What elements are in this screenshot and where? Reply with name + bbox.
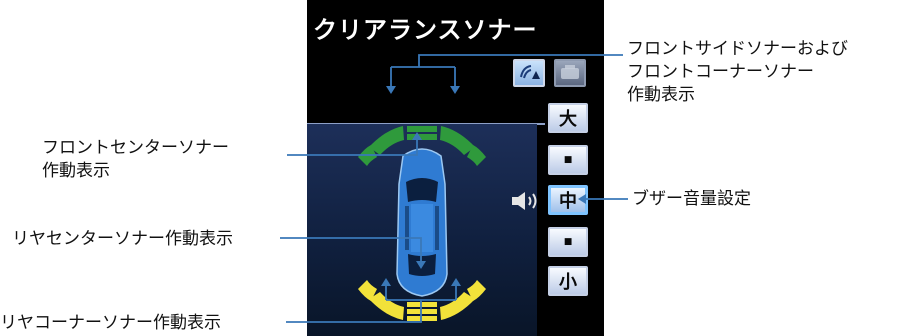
front-right-corner-sensor: [440, 126, 475, 155]
callout-rear-center-sonar: リヤセンターソナー作動表示: [12, 229, 233, 249]
rear-left-corner-sensor: [369, 292, 404, 320]
camera-display-icon: [561, 65, 579, 79]
sonar-graphic: [358, 126, 486, 321]
rear-center-sensor-2: [407, 309, 437, 314]
screen-title: クリアランスソナー: [313, 16, 538, 44]
volume-mid-button[interactable]: 中: [548, 185, 588, 215]
callout-front-center-sonar: フロントセンターソナー 作動表示: [42, 137, 229, 183]
callout-line: フロントセンターソナー: [42, 138, 229, 158]
rear-center-sensor-3: [407, 316, 437, 321]
callout-front-side-sonar: フロントサイドソナーおよび フロントコーナーソナー 作動表示: [627, 38, 848, 107]
camera-display-mode-button[interactable]: [554, 59, 586, 87]
rear-center-sensor-1: [407, 302, 437, 307]
rear-right-corner-sensor: [440, 292, 475, 320]
callout-rear-corner-sonar: リヤコーナーソナー作動表示: [0, 313, 221, 333]
volume-low-button[interactable]: 小: [548, 266, 588, 296]
callout-line: フロントサイドソナーおよび: [627, 39, 848, 59]
car-icon: [396, 148, 448, 297]
callout-buzzer-volume: ブザー音量設定: [632, 189, 751, 209]
sonar-screen: クリアランスソナー 大 ■ 中 ■ 小: [307, 0, 604, 336]
front-center-sensor-2: [407, 134, 437, 140]
callout-line: フロントコーナーソナー: [627, 62, 814, 82]
sonar-display-area: [307, 124, 537, 336]
volume-step-up-button[interactable]: ■: [548, 145, 588, 175]
callout-line: 作動表示: [42, 161, 110, 181]
front-left-corner-sensor: [369, 126, 404, 155]
callout-line: 作動表示: [627, 85, 695, 105]
volume-step-down-button[interactable]: ■: [548, 227, 588, 257]
speaker-icon: [512, 192, 537, 210]
sensor-display-icon: [520, 65, 540, 79]
front-center-sensor-1: [407, 126, 437, 132]
volume-high-button[interactable]: 大: [548, 103, 588, 133]
sensor-display-mode-button[interactable]: [513, 59, 545, 87]
